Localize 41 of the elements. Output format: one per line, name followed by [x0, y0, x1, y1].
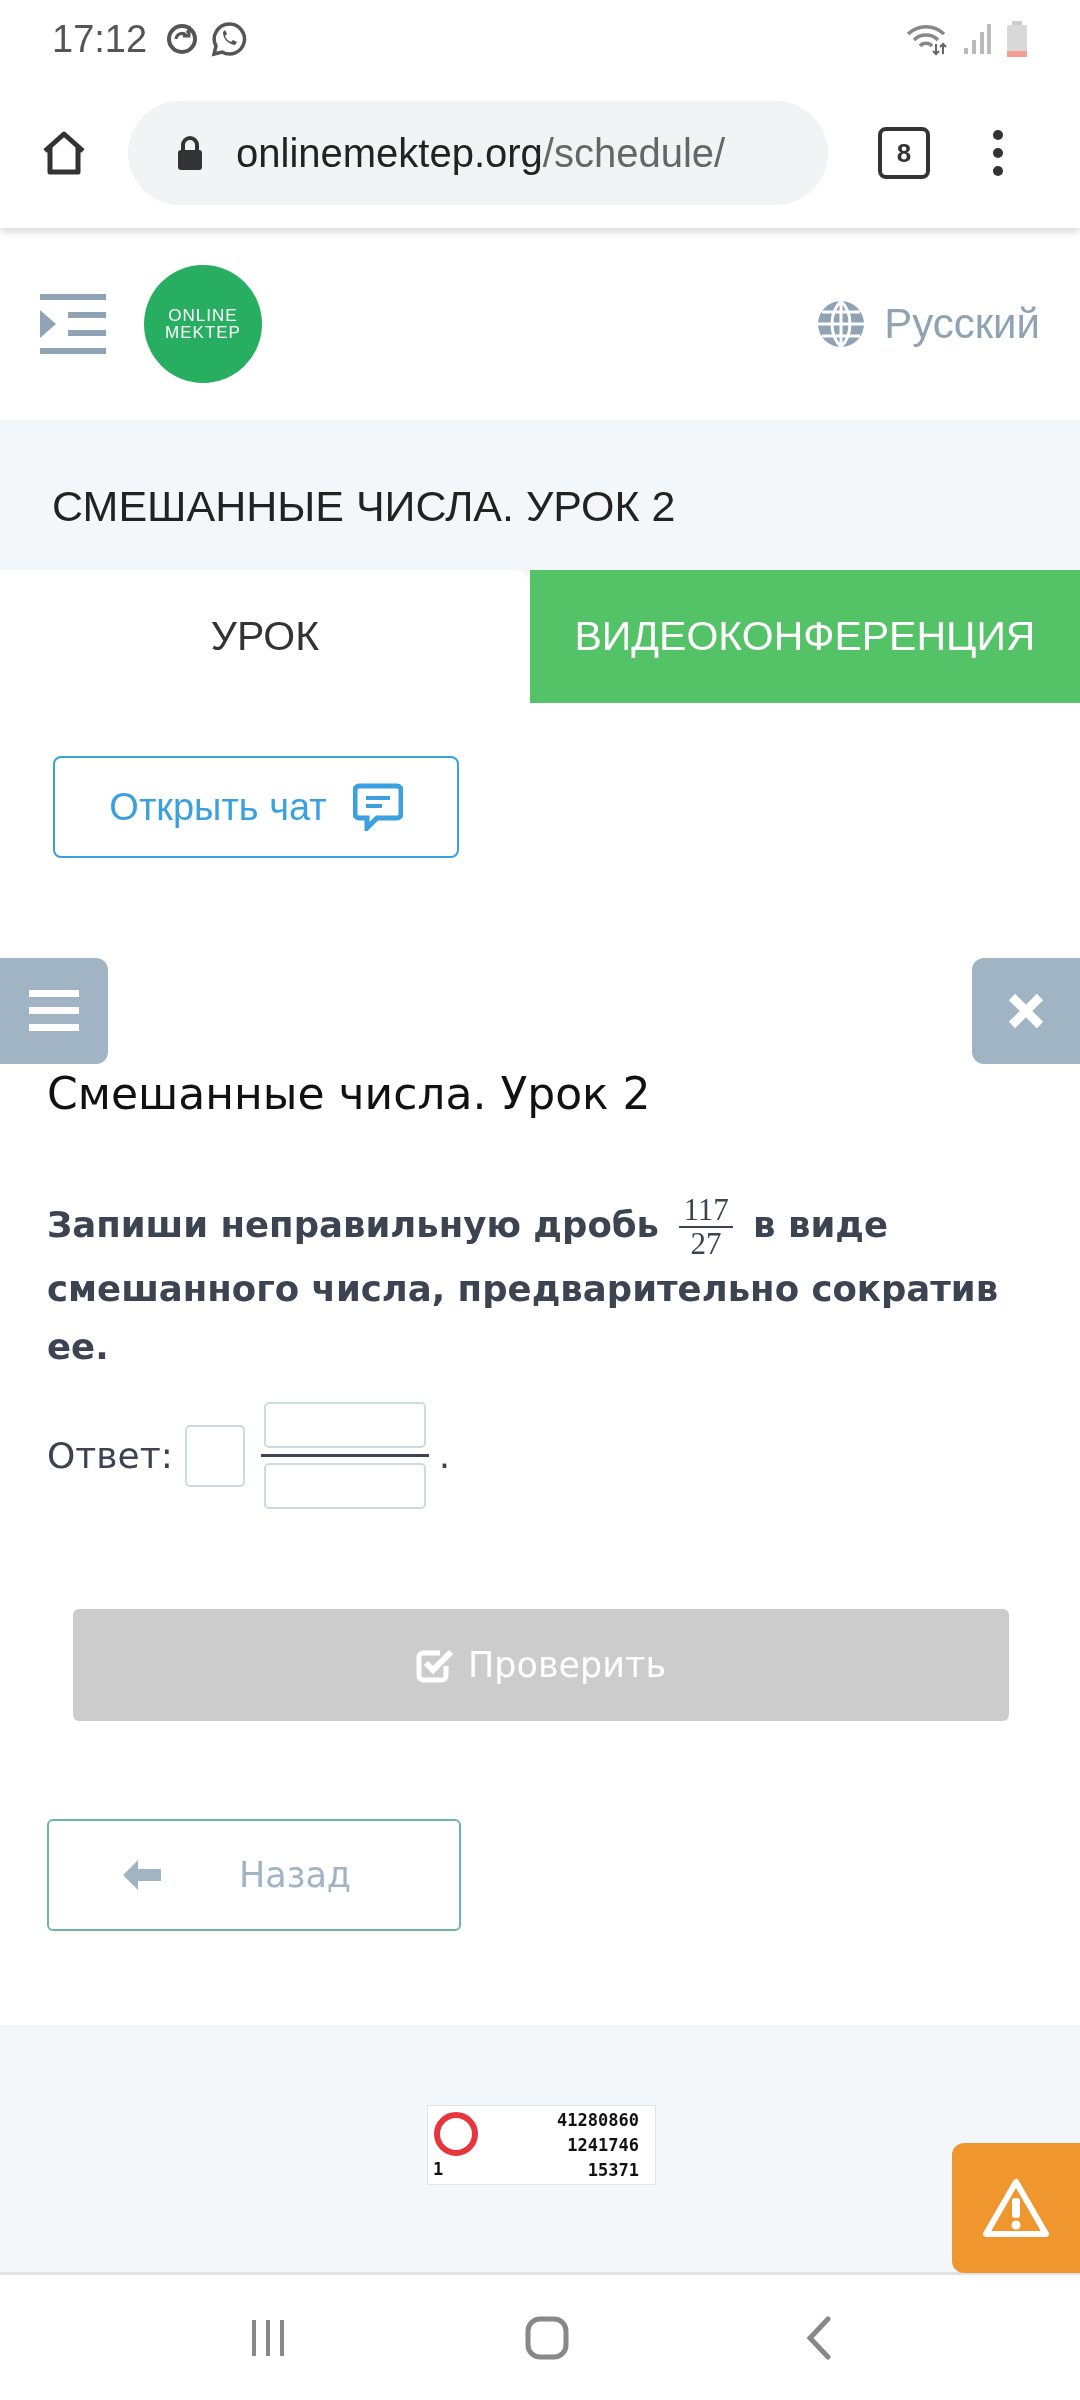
menu-icon[interactable]: [40, 294, 106, 354]
lesson-tab[interactable]: ВИДЕОКОНФЕРЕНЦИЯ: [530, 570, 1080, 703]
counter-number: 1241746: [567, 2134, 639, 2157]
counter-number: 1: [433, 2158, 444, 2181]
tab-count-button[interactable]: 8: [878, 127, 930, 179]
close-icon: [1007, 992, 1045, 1030]
battery-icon: [1006, 21, 1028, 57]
lesson-title: СМЕШАННЫЕ ЧИСЛА. УРОК 2: [52, 480, 676, 531]
close-button[interactable]: [972, 958, 1080, 1064]
back-button[interactable]: Назад: [47, 1819, 461, 1931]
denominator-field[interactable]: [263, 1463, 426, 1509]
language-selector[interactable]: Русский: [884, 300, 1040, 348]
site-logo[interactable]: ONLINE MEKTEP: [144, 265, 262, 383]
answer-label: Ответ:: [47, 1435, 173, 1476]
counter-number: 15371: [587, 2159, 639, 2182]
answer-period: .: [438, 1435, 451, 1476]
more-icon[interactable]: [992, 129, 1004, 177]
lock-icon: [176, 135, 204, 171]
signal-icon: [962, 22, 992, 56]
menu-button[interactable]: [0, 958, 108, 1064]
open-chat-button[interactable]: Открыть чат: [53, 756, 459, 858]
whole-part-field[interactable]: [184, 1424, 245, 1487]
menu-icon: [29, 990, 79, 1032]
address-bar[interactable]: onlinemektep.org/schedule/: [128, 101, 828, 205]
task-heading: Смешанные числа. Урок 2: [47, 1067, 652, 1121]
counter-number: 41280860: [557, 2109, 639, 2132]
warning-icon: [982, 2178, 1050, 2238]
chat-bubble-icon: [211, 21, 248, 57]
arrow-left-icon: [121, 1858, 163, 1892]
url-text: onlinemektep.org/schedule/: [236, 130, 726, 176]
chat-icon: [352, 783, 403, 831]
circle-icon: [434, 2112, 478, 2156]
wifi-icon: [906, 22, 948, 56]
report-button[interactable]: [952, 2143, 1080, 2273]
visit-counter[interactable]: 41280860 1241746 1 15371: [427, 2105, 656, 2185]
back-icon[interactable]: [805, 2315, 832, 2360]
status-time: 17:12: [52, 17, 148, 61]
numerator-field[interactable]: [263, 1402, 426, 1448]
globe-icon[interactable]: [816, 299, 867, 349]
lesson-tab[interactable]: УРОК: [0, 570, 530, 703]
sync-icon: [165, 22, 200, 56]
